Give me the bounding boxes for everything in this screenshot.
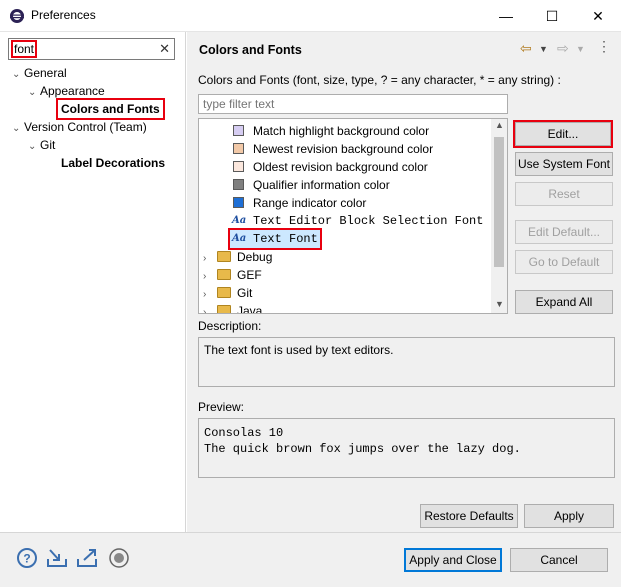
apply-and-close-button[interactable]: Apply and Close (404, 548, 502, 572)
clear-filter-icon[interactable]: ✕ (159, 41, 170, 57)
scroll-down-icon[interactable]: ▼ (495, 299, 504, 309)
folder-icon (217, 305, 231, 313)
export-icon[interactable] (76, 547, 98, 569)
record-icon[interactable] (108, 547, 130, 569)
chevron-down-icon[interactable]: ⌄ (12, 66, 24, 84)
close-button[interactable]: ✕ (575, 0, 621, 32)
folder-icon (217, 251, 231, 262)
preview-font-name: Consolas 10 (204, 426, 284, 440)
color-swatch (233, 197, 244, 208)
color-swatch (233, 179, 244, 190)
dialog-footer: ? Apply and Close Cancel (0, 532, 621, 587)
tree-item-git[interactable]: › Git (203, 284, 252, 302)
eclipse-icon (9, 8, 25, 24)
restore-defaults-button[interactable]: Restore Defaults (420, 504, 518, 528)
cancel-button[interactable]: Cancel (510, 548, 608, 572)
type-filter-input[interactable] (199, 95, 507, 113)
preference-filter-input[interactable]: font ✕ (8, 38, 175, 60)
expand-all-button[interactable]: Expand All (515, 290, 613, 314)
import-icon[interactable] (46, 547, 68, 569)
reset-button[interactable]: Reset (515, 182, 613, 206)
tree-item-appearance[interactable]: ⌄ Appearance (28, 82, 105, 100)
font-preview: Consolas 10 The quick brown fox jumps ov… (198, 418, 615, 478)
tree-item-gef[interactable]: › GEF (203, 266, 262, 284)
chevron-down-icon[interactable]: ⌄ (12, 120, 24, 138)
filter-value: font (10, 40, 38, 58)
page-header: Colors and Fonts ⇦ ▼ ⇨ ▼ ⋮ (187, 32, 621, 68)
scroll-up-icon[interactable]: ▲ (495, 120, 504, 130)
svg-text:?: ? (23, 552, 30, 566)
color-swatch (233, 143, 244, 154)
chevron-down-icon[interactable]: ⌄ (28, 84, 40, 102)
back-menu-chevron-icon[interactable]: ▼ (539, 44, 548, 54)
tree-item-version-control[interactable]: ⌄ Version Control (Team) (12, 118, 147, 136)
font-icon: Aa (232, 215, 247, 226)
chevron-down-icon[interactable]: ⌄ (28, 138, 40, 156)
edit-default-button[interactable]: Edit Default... (515, 220, 613, 244)
forward-menu-chevron-icon[interactable]: ▼ (576, 44, 585, 54)
forward-icon[interactable]: ⇨ (557, 40, 569, 57)
tree-item-text-font[interactable]: Aa Text Font (228, 228, 322, 250)
folder-icon (217, 269, 231, 280)
go-to-default-button[interactable]: Go to Default (515, 250, 613, 274)
color-swatch (233, 161, 244, 172)
window-title: Preferences (31, 8, 96, 22)
use-system-font-button[interactable]: Use System Font (515, 152, 613, 176)
back-icon[interactable]: ⇦ (520, 40, 532, 57)
preview-sample-text: The quick brown fox jumps over the lazy … (204, 442, 521, 456)
edit-button[interactable]: Edit... (513, 120, 613, 148)
colors-and-fonts-page: Colors and Fonts ⇦ ▼ ⇨ ▼ ⋮ Colors and Fo… (187, 32, 621, 532)
font-icon: Aa (232, 233, 247, 244)
folder-icon (217, 287, 231, 298)
tree-item-colors-and-fonts[interactable]: Colors and Fonts (56, 98, 165, 120)
preference-tree-pane: font ✕ ⌄ General ⌄ Appearance Colors and F… (0, 32, 186, 532)
description-text: The text font is used by text editors. (198, 337, 615, 387)
color-swatch (233, 125, 244, 136)
color-font-tree[interactable]: Match highlight background color Newest … (198, 118, 508, 314)
minimize-button[interactable]: — (483, 0, 529, 32)
page-title: Colors and Fonts (199, 43, 302, 57)
type-filter-field[interactable] (198, 94, 508, 114)
tree-scrollbar[interactable]: ▲ ▼ (491, 119, 507, 313)
preview-label: Preview: (198, 400, 245, 414)
apply-button[interactable]: Apply (524, 504, 614, 528)
page-description: Colors and Fonts (font, size, type, ? = … (198, 73, 561, 87)
tree-item-git[interactable]: ⌄ Git (28, 136, 55, 154)
help-icon[interactable]: ? (16, 547, 38, 569)
title-bar: Preferences — ☐ ✕ (0, 0, 621, 32)
tree-item-debug[interactable]: › Debug (203, 248, 272, 266)
tree-item-block-selection-font[interactable]: Aa Text Editor Block Selection Font (223, 212, 483, 230)
tree-item-general[interactable]: ⌄ General (12, 64, 67, 82)
tree-item-label-decorations[interactable]: Label Decorations (61, 154, 165, 172)
tree-item-java[interactable]: › Java (203, 302, 262, 313)
view-menu-icon[interactable]: ⋮ (597, 38, 611, 55)
description-label: Description: (198, 319, 262, 333)
chevron-right-icon[interactable]: › (203, 304, 215, 313)
maximize-button[interactable]: ☐ (529, 0, 575, 32)
scroll-thumb[interactable] (494, 137, 504, 267)
